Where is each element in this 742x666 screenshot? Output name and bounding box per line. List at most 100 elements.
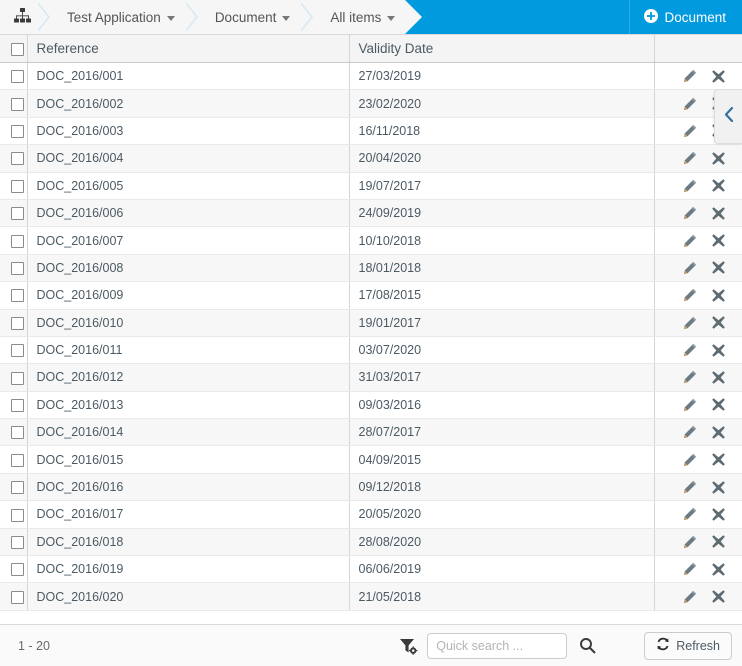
delete-row-button[interactable] [712,397,726,413]
edit-row-button[interactable] [683,178,697,194]
table-row[interactable]: DOC_2016/006 24/09/2019 [0,199,742,228]
breadcrumb-item-document[interactable]: Document [199,0,301,34]
row-checkbox[interactable] [11,152,25,166]
edit-row-button[interactable] [683,123,697,139]
row-checkbox[interactable] [11,207,25,221]
cell-reference: DOC_2016/015 [27,445,350,474]
row-checkbox[interactable] [11,97,25,111]
edit-row-button[interactable] [683,315,697,331]
delete-row-button[interactable] [712,589,726,605]
select-all-checkbox[interactable] [11,42,25,56]
table-row[interactable]: DOC_2016/005 19/07/2017 [0,172,742,200]
edit-row-button[interactable] [683,205,697,221]
edit-row-button[interactable] [683,506,697,522]
delete-row-button[interactable] [712,424,726,440]
table-row[interactable]: DOC_2016/012 31/03/2017 [0,363,742,392]
row-checkbox[interactable] [11,262,25,276]
table-row[interactable]: DOC_2016/015 04/09/2015 [0,445,742,474]
chevron-down-icon [166,15,175,21]
row-checkbox[interactable] [11,179,25,193]
row-select-cell [0,281,28,310]
table-row[interactable]: DOC_2016/008 18/01/2018 [0,254,742,283]
search-icon[interactable] [575,634,599,658]
delete-row-button[interactable] [712,205,726,221]
edit-row-button[interactable] [683,150,697,166]
edit-row-button[interactable] [683,96,697,112]
delete-row-button[interactable] [712,342,726,358]
search-input[interactable] [427,632,568,659]
row-checkbox[interactable] [11,316,25,330]
row-checkbox[interactable] [11,453,25,467]
table-row[interactable]: DOC_2016/007 10/10/2018 [0,226,742,255]
cell-actions [654,363,742,392]
delete-row-button[interactable] [712,287,726,303]
refresh-icon [656,637,670,654]
breadcrumb-item-all-items[interactable]: All items [314,0,405,34]
side-panel-toggle[interactable] [714,89,742,144]
row-checkbox[interactable] [11,344,25,358]
delete-row-button[interactable] [712,150,726,166]
row-checkbox[interactable] [11,535,25,549]
row-checkbox[interactable] [11,563,25,577]
table-row[interactable]: DOC_2016/016 09/12/2018 [0,473,742,502]
refresh-button[interactable]: Refresh [644,631,732,660]
new-document-button[interactable]: Document [629,0,742,34]
row-checkbox[interactable] [11,289,25,303]
row-checkbox[interactable] [11,426,25,440]
edit-row-button[interactable] [683,260,697,276]
delete-row-button[interactable] [712,452,726,468]
delete-row-button[interactable] [712,233,726,249]
row-checkbox[interactable] [11,125,25,139]
delete-row-button[interactable] [712,315,726,331]
cell-actions [654,62,742,91]
table-row[interactable]: DOC_2016/001 27/03/2019 [0,62,742,91]
table-row[interactable]: DOC_2016/019 06/06/2019 [0,555,742,584]
delete-row-button[interactable] [712,260,726,276]
chevron-down-icon [282,15,291,21]
breadcrumb-item-test-application[interactable]: Test Application [51,0,185,34]
row-checkbox[interactable] [11,234,25,248]
row-checkbox[interactable] [11,481,25,495]
table-row[interactable]: DOC_2016/013 09/03/2016 [0,391,742,420]
row-checkbox[interactable] [11,371,25,385]
edit-row-button[interactable] [683,68,697,84]
filter-settings-icon[interactable] [397,635,419,657]
table-row[interactable]: DOC_2016/014 28/07/2017 [0,418,742,447]
table-row[interactable]: DOC_2016/003 16/11/2018 [0,117,742,146]
table-row[interactable]: DOC_2016/018 28/08/2020 [0,528,742,557]
chevron-left-icon [724,106,734,127]
table-row[interactable]: DOC_2016/002 23/02/2020 [0,89,742,118]
column-header-reference[interactable]: Reference [27,34,350,63]
row-checkbox[interactable] [11,70,25,84]
row-checkbox[interactable] [11,398,25,412]
edit-row-button[interactable] [683,479,697,495]
edit-row-button[interactable] [683,233,697,249]
row-checkbox[interactable] [11,590,25,604]
delete-row-button[interactable] [712,534,726,550]
edit-row-button[interactable] [683,342,697,358]
delete-row-button[interactable] [712,479,726,495]
delete-row-button[interactable] [712,178,726,194]
cell-validity-date: 23/02/2020 [349,89,655,118]
table-row[interactable]: DOC_2016/011 03/07/2020 [0,336,742,365]
table-row[interactable]: DOC_2016/009 17/08/2015 [0,281,742,310]
edit-row-button[interactable] [683,369,697,385]
table-row[interactable]: DOC_2016/004 20/04/2020 [0,144,742,173]
edit-row-button[interactable] [683,424,697,440]
edit-row-button[interactable] [683,452,697,468]
delete-row-button[interactable] [712,561,726,577]
table-row[interactable]: DOC_2016/010 19/01/2017 [0,309,742,337]
breadcrumb-home[interactable] [0,0,37,34]
edit-row-button[interactable] [683,534,697,550]
edit-row-button[interactable] [683,589,697,605]
delete-row-button[interactable] [712,68,726,84]
edit-row-button[interactable] [683,287,697,303]
edit-row-button[interactable] [683,561,697,577]
delete-row-button[interactable] [712,369,726,385]
table-row[interactable]: DOC_2016/017 20/05/2020 [0,500,742,529]
row-checkbox[interactable] [11,508,25,522]
delete-row-button[interactable] [712,506,726,522]
table-row[interactable]: DOC_2016/020 21/05/2018 [0,582,742,611]
edit-row-button[interactable] [683,397,697,413]
column-header-validity-date[interactable]: Validity Date [349,34,655,63]
